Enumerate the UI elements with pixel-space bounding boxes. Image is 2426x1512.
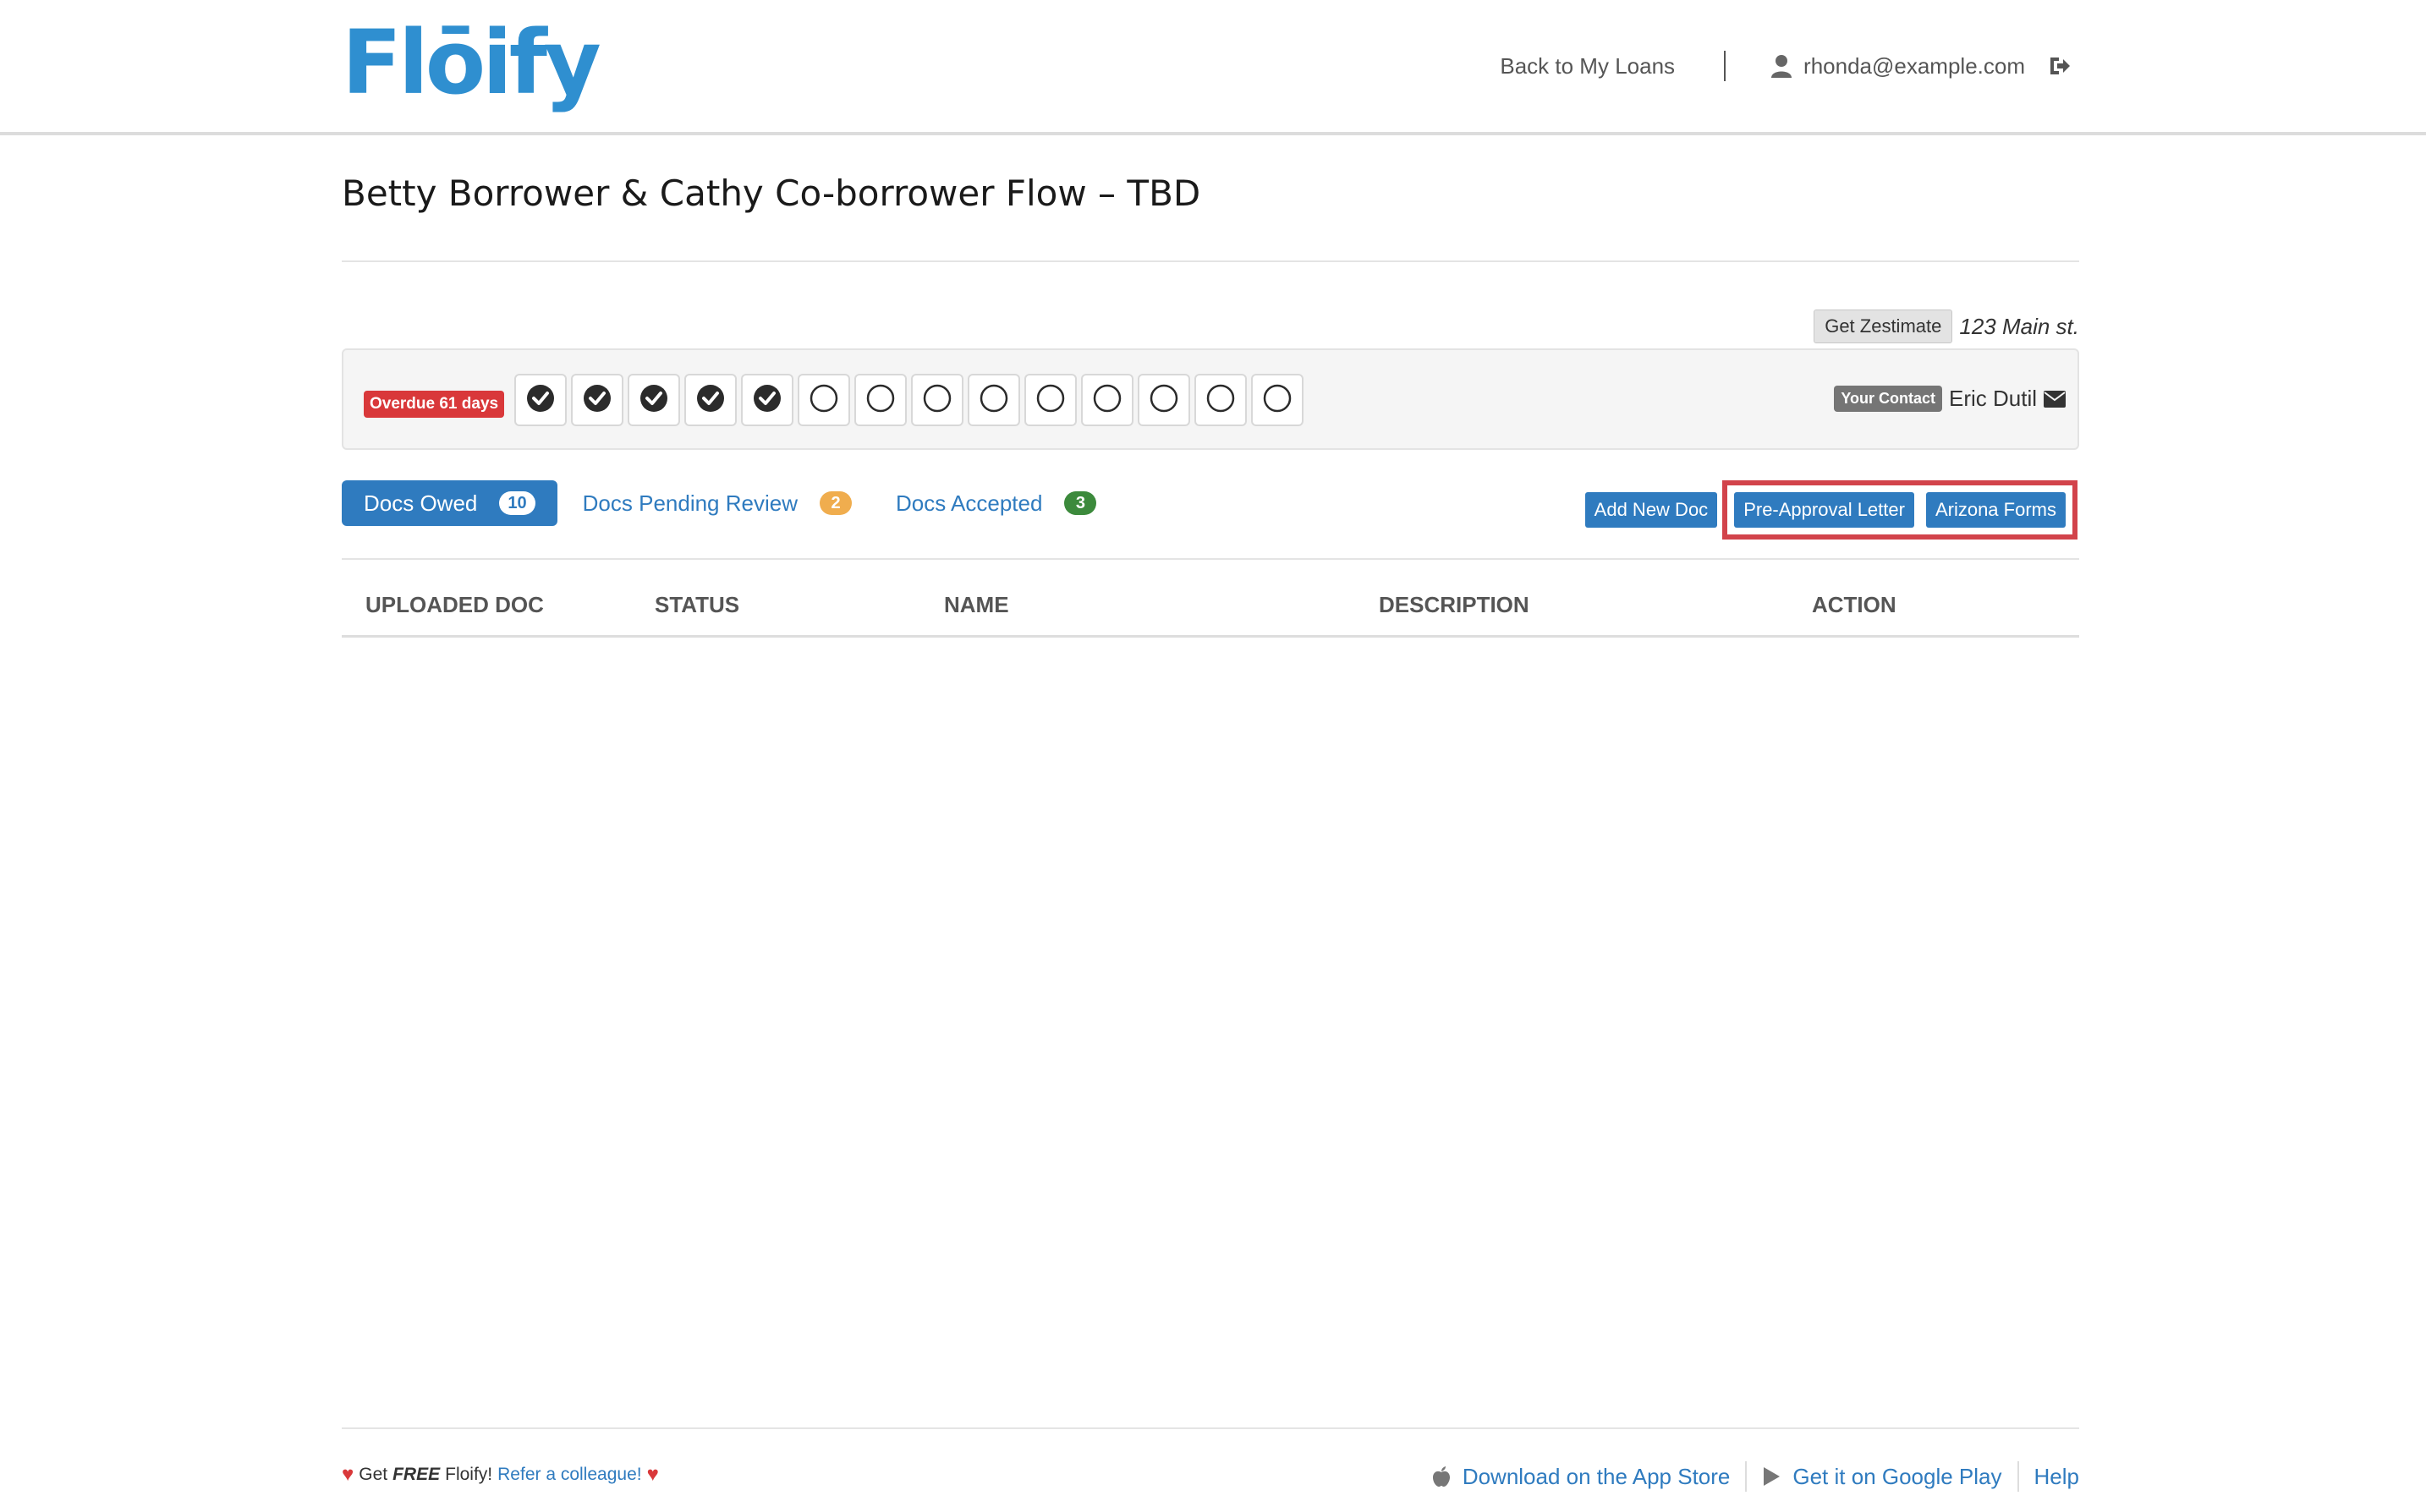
progress-step (854, 374, 907, 426)
tab-docs-pending-review[interactable]: Docs Pending Review 2 (583, 490, 852, 517)
progress-step (911, 374, 963, 426)
google-play-link[interactable]: Get it on Google Play (1792, 1464, 2001, 1490)
tab-docs-accepted[interactable]: Docs Accepted 3 (896, 490, 1097, 517)
footer-free: FREE (392, 1465, 441, 1484)
progress-step (1081, 374, 1133, 426)
progress-steps (514, 374, 1308, 426)
progress-step (1194, 374, 1247, 426)
get-zestimate-button[interactable]: Get Zestimate (1814, 310, 1953, 343)
progress-step (514, 374, 567, 426)
col-status[interactable]: STATUS (655, 592, 739, 618)
pre-approval-letter-button[interactable]: Pre-Approval Letter (1734, 492, 1914, 528)
empty-circle-icon (1263, 384, 1292, 417)
progress-step (1251, 374, 1304, 426)
property-address: 123 Main st. (1959, 313, 2079, 339)
empty-circle-icon (1036, 384, 1065, 417)
apple-icon (1432, 1466, 1451, 1487)
col-uploaded-doc[interactable]: UPLOADED DOC (365, 592, 544, 618)
heart-icon: ♥ (646, 1463, 659, 1486)
check-circle-icon (583, 384, 612, 417)
docs-table-header: UPLOADED DOC STATUS NAME DESCRIPTION ACT… (342, 560, 2079, 638)
empty-circle-icon (1206, 384, 1235, 417)
page-title: Betty Borrower & Cathy Co-borrower Flow … (342, 173, 1201, 214)
empty-circle-icon (1150, 384, 1178, 417)
refer-colleague-link[interactable]: Refer a colleague! (497, 1465, 641, 1485)
check-circle-icon (696, 384, 725, 417)
check-circle-icon (526, 384, 555, 417)
user-email: rhonda@example.com (1803, 52, 2025, 79)
zestimate-row: Get Zestimate 123 Main st. (1814, 310, 2079, 343)
progress-step (684, 374, 737, 426)
docs-pending-count-badge: 2 (820, 491, 852, 515)
title-divider (342, 260, 2079, 262)
tab-label: Docs Accepted (896, 490, 1043, 516)
overdue-badge: Overdue 61 days (364, 391, 505, 418)
progress-step (968, 374, 1020, 426)
check-circle-icon (753, 384, 782, 417)
empty-circle-icon (866, 384, 895, 417)
header-nav: Back to My Loans rhonda@example.com (1500, 42, 2071, 90)
app-store-link[interactable]: Download on the App Store (1463, 1464, 1731, 1490)
tab-label: Docs Pending Review (582, 490, 798, 516)
help-link[interactable]: Help (2034, 1464, 2079, 1490)
tab-label: Docs Owed (364, 490, 478, 516)
progress-step (1024, 374, 1077, 426)
docs-tabs: Docs Owed 10 Docs Pending Review 2 Docs … (342, 480, 1097, 526)
empty-circle-icon (810, 384, 838, 417)
footer-divider-vertical (2017, 1461, 2019, 1492)
empty-circle-icon (923, 384, 952, 417)
logout-icon[interactable] (2047, 54, 2071, 78)
header: Flōify Back to My Loans rhonda@example.c… (0, 0, 2426, 135)
play-icon (1762, 1466, 1781, 1487)
heart-icon: ♥ (342, 1463, 354, 1486)
col-description[interactable]: DESCRIPTION (1379, 592, 1529, 618)
progress-step (628, 374, 680, 426)
footer-divider (342, 1427, 2079, 1429)
app-links-footer: Download on the App Store Get it on Goog… (1432, 1461, 2079, 1492)
footer-floify: Floify! (445, 1465, 493, 1484)
user-icon (1771, 54, 1792, 78)
floify-logo[interactable]: Flōify (342, 12, 601, 113)
highlight-box: Pre-Approval Letter Arizona Forms (1722, 480, 2077, 540)
nav-divider (1724, 51, 1726, 81)
loan-progress-panel: Overdue 61 days Your Contact Eric Dutil (342, 348, 2079, 450)
contact-info: Your Contact Eric Dutil (1834, 386, 2066, 412)
progress-step (571, 374, 623, 426)
progress-step (798, 374, 850, 426)
arizona-forms-button[interactable]: Arizona Forms (1925, 492, 2066, 528)
footer-get: Get (359, 1465, 388, 1484)
your-contact-badge: Your Contact (1834, 386, 1942, 412)
tab-docs-owed[interactable]: Docs Owed 10 (342, 480, 557, 526)
docs-accepted-count-badge: 3 (1064, 491, 1097, 515)
doc-action-buttons: Add New Doc Pre-Approval Letter Arizona … (1584, 480, 2077, 540)
docs-owed-count-badge: 10 (499, 491, 535, 515)
progress-step (741, 374, 793, 426)
col-action[interactable]: ACTION (1812, 592, 1896, 618)
empty-circle-icon (1093, 384, 1122, 417)
add-new-doc-button[interactable]: Add New Doc (1584, 492, 1718, 528)
footer-divider-vertical (1745, 1461, 1748, 1492)
back-to-my-loans-link[interactable]: Back to My Loans (1500, 53, 1675, 79)
empty-circle-icon (980, 384, 1008, 417)
contact-name: Eric Dutil (1948, 386, 2037, 411)
col-name[interactable]: NAME (944, 592, 1009, 618)
check-circle-icon (639, 384, 668, 417)
envelope-icon[interactable] (2044, 390, 2066, 408)
referral-footer: ♥ Get FREE Floify! Refer a colleague! ♥ (342, 1463, 659, 1487)
progress-step (1138, 374, 1190, 426)
